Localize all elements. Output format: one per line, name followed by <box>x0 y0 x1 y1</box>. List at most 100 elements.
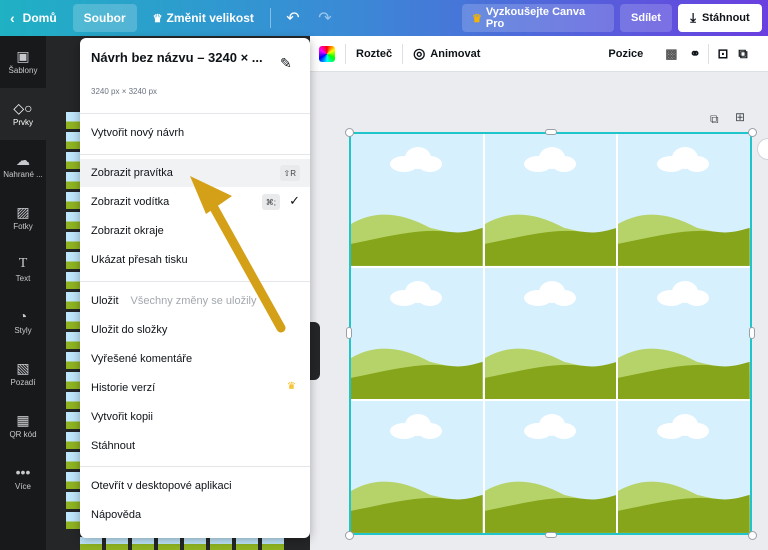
element-thumbnail[interactable] <box>262 537 284 550</box>
landscape-tile[interactable] <box>484 401 617 533</box>
element-thumbnail[interactable] <box>66 132 80 149</box>
landscape-tile[interactable] <box>351 401 483 533</box>
rail-item-templates[interactable]: ▣ Šablony <box>0 36 46 88</box>
toolbar-divider <box>345 43 346 64</box>
cloud-icon <box>390 280 442 306</box>
landscape-tile[interactable] <box>618 134 750 266</box>
element-thumbnail[interactable] <box>66 232 80 249</box>
landscape-tile[interactable] <box>484 267 617 400</box>
rail-item-photos[interactable]: ▨ Fotky <box>0 192 46 244</box>
landscape-tile[interactable] <box>618 267 750 400</box>
element-thumbnail[interactable] <box>66 412 80 429</box>
menu-item-version-history[interactable]: Historie verzí ♛ <box>80 374 310 402</box>
save-status: Všechny změny se uložily <box>130 295 257 307</box>
landscape-tile[interactable] <box>351 134 483 266</box>
rail-item-styles[interactable]: ◔ Styly <box>0 296 46 348</box>
resize-handle-right[interactable] <box>749 327 755 339</box>
element-thumbnail[interactable] <box>66 252 80 269</box>
menu-item-open-desktop[interactable]: Otevřít v desktopové aplikaci <box>80 472 310 500</box>
menu-item-show-margins[interactable]: Zobrazit okraje <box>80 217 310 245</box>
element-thumbnail[interactable] <box>66 372 80 389</box>
resize-button[interactable]: ♛ Změnit velikost <box>143 0 264 36</box>
menu-item-save[interactable]: Uložit Všechny změny se uložily <box>80 287 310 315</box>
resize-handle-top-left[interactable] <box>345 128 354 137</box>
rail-item-qr-code[interactable]: ▦ QR kód <box>0 400 46 452</box>
resize-handle-top[interactable] <box>545 129 557 135</box>
cloud-icon <box>390 414 442 440</box>
color-picker-swatch[interactable] <box>319 45 335 62</box>
menu-item-help[interactable]: Nápověda <box>80 501 310 529</box>
lock-icon[interactable]: ⊡ <box>717 46 728 62</box>
element-thumbnail[interactable] <box>184 537 206 550</box>
element-thumbnail[interactable] <box>66 292 80 309</box>
element-thumbnail[interactable] <box>66 392 80 409</box>
element-thumbnail[interactable] <box>66 332 80 349</box>
menu-item-save-to-folder[interactable]: Uložit do složky <box>80 316 310 344</box>
file-menu-button[interactable]: Soubor <box>72 4 137 32</box>
element-thumbnail[interactable] <box>66 452 80 469</box>
element-thumbnail[interactable] <box>158 537 180 550</box>
copy-page-icon[interactable]: ⧉ <box>710 112 719 127</box>
element-thumbnail[interactable] <box>236 537 258 550</box>
resize-handle-left[interactable] <box>346 327 352 339</box>
element-thumbnail[interactable] <box>210 537 232 550</box>
design-title[interactable]: Návrh bez názvu – 3240 × ... <box>91 50 263 65</box>
menu-item-label: Uložit <box>91 295 119 307</box>
rail-item-uploads[interactable]: ☁ Nahrané ... <box>0 140 46 192</box>
collapse-panel-button[interactable] <box>310 322 320 380</box>
animate-button[interactable]: Animovat <box>430 48 480 60</box>
element-thumbnail[interactable] <box>66 212 80 229</box>
menu-item-make-copy[interactable]: Vytvořit kopii <box>80 403 310 431</box>
element-thumbnail[interactable] <box>66 272 80 289</box>
resize-handle-top-right[interactable] <box>748 128 757 137</box>
transparency-icon[interactable]: ▩ <box>665 46 677 62</box>
menu-item-create-new[interactable]: Vytvořit nový návrh <box>80 119 310 147</box>
rail-item-text[interactable]: T Text <box>0 244 46 296</box>
rail-item-background[interactable]: ▧ Pozadí <box>0 348 46 400</box>
link-icon[interactable]: ⚭ <box>690 46 701 62</box>
element-thumbnail[interactable] <box>66 112 80 129</box>
add-page-icon[interactable]: ⊞ <box>735 110 745 124</box>
element-thumbnail[interactable] <box>66 492 80 509</box>
element-thumbnail[interactable] <box>66 352 80 369</box>
rail-item-elements[interactable]: ◇○ Prvky <box>0 88 46 140</box>
landscape-tile[interactable] <box>484 134 617 266</box>
text-icon: T <box>18 256 28 271</box>
resize-handle-bottom-left[interactable] <box>345 531 354 540</box>
download-button[interactable]: ⤓ Stáhnout <box>678 4 762 32</box>
element-thumbnail[interactable] <box>66 192 80 209</box>
landscape-tile[interactable] <box>351 267 483 400</box>
rail-item-more[interactable]: ••• Více <box>0 452 46 504</box>
share-button[interactable]: Sdílet <box>620 4 672 32</box>
pencil-icon[interactable]: ✎ <box>280 55 292 72</box>
element-thumbnail[interactable] <box>66 512 80 529</box>
element-thumbnail[interactable] <box>66 432 80 449</box>
element-thumbnail[interactable] <box>132 537 154 550</box>
resize-handle-bottom[interactable] <box>545 532 557 538</box>
duplicate-icon[interactable]: ⧉ <box>738 46 747 62</box>
try-pro-button[interactable]: ♛ Vyzkoušejte Canva Pro <box>462 4 614 32</box>
element-thumbnail[interactable] <box>66 312 80 329</box>
element-thumbnail[interactable] <box>66 152 80 169</box>
position-button[interactable]: Pozice <box>608 48 643 60</box>
undo-button[interactable]: ↶ <box>277 0 309 36</box>
cloud-icon <box>523 147 576 172</box>
redo-button[interactable]: ↷ <box>309 0 341 36</box>
menu-item-show-rulers[interactable]: Zobrazit pravítka ⇧R <box>80 159 310 187</box>
toolbar-divider <box>708 43 710 64</box>
element-thumbnail[interactable] <box>106 537 128 550</box>
thumbnail-row <box>80 537 310 550</box>
spacing-button[interactable]: Rozteč <box>356 48 392 60</box>
home-button[interactable]: ‹ Domů <box>0 0 67 36</box>
rail-label: Pozadí <box>10 378 36 387</box>
element-thumbnail[interactable] <box>66 172 80 189</box>
menu-item-show-bleed[interactable]: Ukázat přesah tisku <box>80 246 310 274</box>
menu-item-download[interactable]: Stáhnout <box>80 432 310 460</box>
resize-handle-bottom-right[interactable] <box>748 531 757 540</box>
menu-item-resolved-comments[interactable]: Vyřešené komentáře <box>80 345 310 373</box>
element-thumbnail[interactable] <box>80 537 102 550</box>
menu-item-show-guides[interactable]: Zobrazit vodítka ⌘; ✓ <box>80 188 310 216</box>
landscape-tile[interactable] <box>618 401 750 533</box>
design-canvas[interactable] <box>349 132 752 535</box>
element-thumbnail[interactable] <box>66 472 80 489</box>
